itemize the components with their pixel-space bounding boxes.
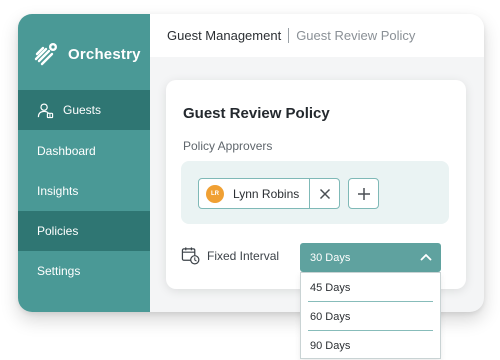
calendar-clock-icon: [181, 247, 200, 265]
dropdown-option-45-days[interactable]: 45 Days: [301, 273, 440, 302]
approvers-label: Policy Approvers: [183, 139, 273, 153]
interval-label: Fixed Interval: [207, 248, 280, 263]
sidebar-item-label: Settings: [37, 264, 81, 278]
sidebar-item-insights[interactable]: Insights: [18, 171, 150, 211]
approvers-box: LR Lynn Robins: [181, 161, 449, 224]
sidebar-item-label: Dashboard: [37, 144, 96, 158]
interval-dropdown: 45 Days 60 Days 90 Days: [300, 272, 441, 359]
breadcrumb-separator: [288, 28, 290, 43]
interval-select-value: 30 Days: [310, 251, 351, 264]
interval-row: Fixed Interval: [181, 246, 279, 265]
sidebar-item-label: Insights: [37, 184, 79, 198]
breadcrumb-current: Guest Review Policy: [296, 28, 416, 43]
close-icon: [319, 188, 330, 199]
dropdown-option-60-days[interactable]: 60 Days: [301, 302, 440, 331]
breadcrumb: Guest Management Guest Review Policy: [150, 14, 484, 57]
dropdown-option-90-days[interactable]: 90 Days: [301, 331, 440, 360]
sidebar-item-guests[interactable]: Guests: [18, 90, 150, 130]
orchestry-logo-icon: [34, 43, 57, 66]
sidebar-item-dashboard[interactable]: Dashboard: [18, 131, 150, 171]
sidebar-item-settings[interactable]: Settings: [18, 251, 150, 291]
card-title: Guest Review Policy: [183, 105, 330, 122]
plus-icon: [357, 187, 370, 200]
sidebar-item-policies[interactable]: Policies: [18, 211, 150, 251]
chevron-up-icon: [420, 254, 432, 261]
sidebar-item-label: Policies: [37, 224, 79, 238]
remove-approver-button[interactable]: [309, 179, 339, 208]
user-icon: [37, 102, 54, 118]
logo[interactable]: Orchestry: [33, 40, 141, 68]
sidebar: Orchestry Guests Dashboard Insights Poli…: [18, 14, 150, 312]
avatar: LR: [206, 184, 224, 203]
add-approver-button[interactable]: [348, 178, 379, 209]
breadcrumb-parent[interactable]: Guest Management: [167, 28, 281, 43]
interval-select[interactable]: 30 Days: [300, 243, 441, 272]
approver-chip: LR Lynn Robins: [198, 178, 340, 209]
app-name: Orchestry: [68, 45, 141, 63]
approver-name: Lynn Robins: [233, 186, 300, 201]
sidebar-item-label: Guests: [63, 103, 102, 117]
